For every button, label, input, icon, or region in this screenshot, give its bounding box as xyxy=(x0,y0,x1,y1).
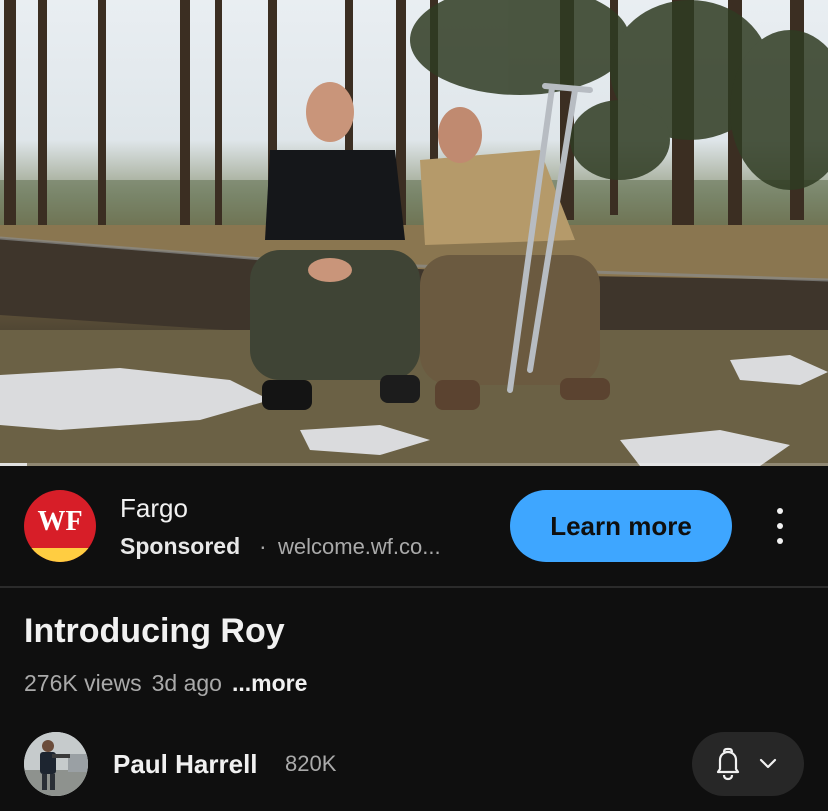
avatar-image xyxy=(24,732,88,796)
meta-separator: · xyxy=(259,533,267,559)
channel-name[interactable]: Paul Harrell xyxy=(113,749,258,780)
advertiser-name[interactable]: Fargo xyxy=(120,493,188,524)
advertiser-logo[interactable]: WF xyxy=(24,490,96,562)
upload-age: 3d ago xyxy=(151,670,222,696)
advertiser-logo-text: WF xyxy=(37,506,83,537)
more-link[interactable]: ...more xyxy=(232,670,307,696)
video-title[interactable]: Introducing Roy xyxy=(24,612,285,651)
ad-url[interactable]: welcome.wf.co... xyxy=(278,534,441,560)
notification-bell-button[interactable] xyxy=(692,732,804,796)
bell-icon xyxy=(716,747,740,781)
advertiser-logo-band xyxy=(24,548,96,562)
view-count: 276K views xyxy=(24,670,142,696)
subscriber-count: 820K xyxy=(285,751,337,776)
channel-avatar[interactable] xyxy=(24,732,88,796)
more-vertical-icon[interactable] xyxy=(766,506,794,546)
sponsored-label: Sponsored xyxy=(120,533,241,559)
divider xyxy=(0,586,828,588)
chevron-down-icon xyxy=(759,758,777,769)
learn-more-button[interactable]: Learn more xyxy=(510,490,732,562)
video-player[interactable] xyxy=(0,0,828,466)
video-meta[interactable]: 276K views 3d ago ...more xyxy=(24,670,307,697)
video-frame-illustration xyxy=(0,0,828,466)
bell-button-icons xyxy=(716,747,777,781)
